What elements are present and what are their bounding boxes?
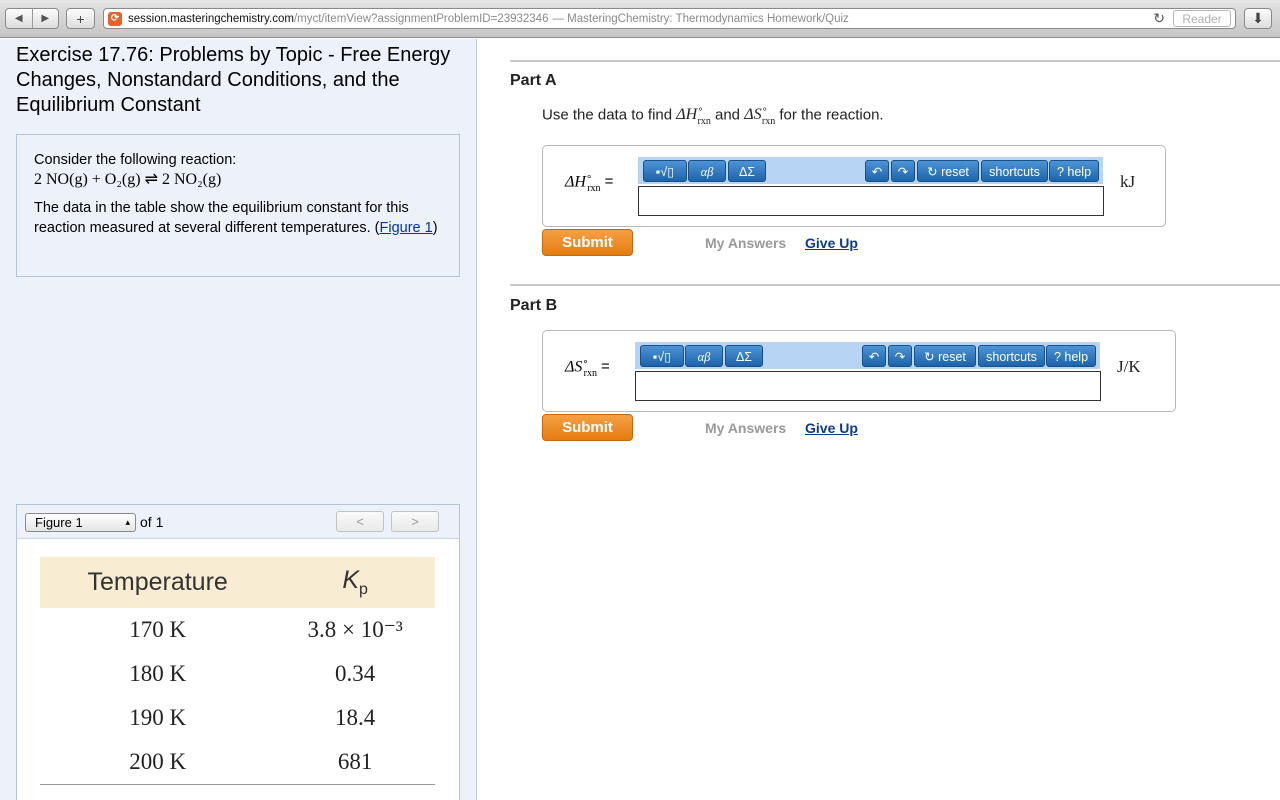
table-row: 190 K 18.4: [40, 696, 435, 740]
help-button[interactable]: ? help: [1049, 160, 1099, 182]
reset-button[interactable]: ↻ reset: [914, 345, 976, 367]
temp-cell: 170 K: [129, 617, 187, 642]
reset-icon: ↻: [924, 350, 939, 364]
part-a-give-up-link[interactable]: Give Up: [805, 235, 858, 251]
delta-s-input[interactable]: [635, 371, 1101, 401]
redo-icon[interactable]: ↷: [891, 160, 915, 182]
part-b-divider: [510, 284, 1280, 286]
math-editor-toolbar-b: ▪√▯ αβ ΔΣ ↶ ↷ ↻ reset shortcuts ? help: [635, 342, 1100, 369]
next-figure-button[interactable]: >: [391, 511, 439, 532]
part-b-give-up-link[interactable]: Give Up: [805, 420, 858, 436]
instruction-pre: Use the data to find: [542, 106, 673, 124]
delta-h-label: ΔH∘rxn =: [565, 172, 614, 194]
kp-header: Kp: [275, 557, 435, 608]
nav-buttons: ◀ ▶: [5, 8, 59, 29]
kp-cell: 0.34: [335, 661, 376, 686]
page-title: — MasteringChemistry: Thermodynamics Hom…: [552, 12, 849, 25]
reset-label: reset: [938, 350, 966, 364]
undo-icon[interactable]: ↶: [862, 345, 886, 367]
kp-cell: 681: [275, 740, 435, 785]
browser-toolbar: ◀ ▶ + ⟳ session.masteringchemistry.com /…: [0, 0, 1280, 38]
problem-pane: Exercise 17.76: Problems by Topic - Free…: [0, 39, 477, 800]
templates-button[interactable]: ▪√▯: [640, 345, 684, 367]
shortcuts-button[interactable]: shortcuts: [981, 160, 1048, 182]
redo-icon[interactable]: ↷: [888, 345, 912, 367]
help-icon: ?: [1056, 165, 1068, 179]
greek-button[interactable]: αβ: [688, 160, 726, 182]
problem-description: The data in the table show the equilibri…: [34, 200, 438, 236]
figure-link[interactable]: Figure 1: [380, 220, 433, 236]
shortcuts-button[interactable]: shortcuts: [978, 345, 1045, 367]
figure-select-value: Figure 1: [35, 515, 83, 530]
figure-header: Figure 1 ▴ of 1 < >: [17, 505, 459, 539]
reset-button[interactable]: ↻ reset: [917, 160, 979, 182]
part-b-my-answers[interactable]: My Answers: [705, 420, 786, 436]
part-b-unit: J/K: [1117, 357, 1141, 376]
part-b-submit-button[interactable]: Submit: [542, 414, 633, 441]
part-b-answer-box: ΔS∘rxn = ▪√▯ αβ ΔΣ ↶ ↷ ↻ reset shortcuts …: [542, 330, 1176, 412]
kp-cell: 18.4: [335, 705, 376, 730]
new-tab-icon[interactable]: +: [66, 8, 95, 29]
delta-s-label: ΔS∘rxn =: [565, 357, 610, 379]
part-a-instruction: Use the data to find ΔH∘rxn and ΔS∘rxn f…: [542, 105, 884, 127]
prev-figure-button[interactable]: <: [336, 511, 384, 532]
download-icon[interactable]: ⬇: [1244, 8, 1272, 29]
figure-panel: Figure 1 ▴ of 1 < > Temperature Kp 170 K…: [16, 504, 460, 800]
url-path: /myct/itemView?assignmentProblemID=23932…: [293, 12, 549, 25]
part-a-unit: kJ: [1120, 172, 1136, 191]
figure-count: of 1: [140, 514, 164, 530]
reaction-equation: 2 NO(g) + O₂(g) ⇌ 2 NO₂(g): [34, 171, 222, 188]
reset-icon: ↻: [927, 165, 942, 179]
temp-cell: 180 K: [129, 661, 187, 686]
table-row: 200 K 681: [40, 740, 435, 785]
symbols-button[interactable]: ΔΣ: [728, 160, 766, 182]
exercise-title: Exercise 17.76: Problems by Topic - Free…: [16, 44, 451, 116]
temp-cell: 200 K: [40, 740, 276, 785]
help-button[interactable]: ? help: [1046, 345, 1096, 367]
help-label: help: [1064, 350, 1089, 364]
site-favicon-icon: ⟳: [108, 11, 122, 26]
undo-icon[interactable]: ↶: [865, 160, 889, 182]
symbols-button[interactable]: ΔΣ: [725, 345, 763, 367]
greek-button[interactable]: αβ: [685, 345, 723, 367]
delta-h-symbol: ΔH∘rxn: [676, 105, 711, 127]
math-editor-toolbar: ▪√▯ αβ ΔΣ ↶ ↷ ↻ reset shortcuts ? help: [638, 157, 1103, 184]
part-a-divider: [510, 60, 1280, 62]
description-text: The data in the table show the equilibri…: [34, 200, 409, 236]
answer-pane: Part A Use the data to find ΔH∘rxn and Δ…: [478, 39, 1280, 800]
kp-table: Temperature Kp 170 K 3.8 × 10⁻³ 180 K 0.…: [40, 557, 435, 785]
reload-icon[interactable]: ↻: [1153, 10, 1165, 27]
temperature-header: Temperature: [40, 557, 276, 608]
part-a-answer-box: ΔH∘rxn = ▪√▯ αβ ΔΣ ↶ ↷ ↻ reset shortcuts …: [542, 145, 1166, 227]
templates-button[interactable]: ▪√▯: [643, 160, 687, 182]
instruction-and: and: [715, 106, 741, 124]
table-row: 170 K 3.8 × 10⁻³: [40, 608, 435, 652]
delta-h-input[interactable]: [638, 186, 1104, 216]
forward-icon[interactable]: ▶: [31, 9, 59, 28]
problem-intro: Consider the following reaction:: [34, 152, 237, 168]
kp-cell: 3.8 × 10⁻³: [307, 617, 403, 642]
delta-s-symbol: ΔS∘rxn: [744, 105, 776, 127]
problem-statement: Consider the following reaction: 2 NO(g)…: [16, 134, 460, 277]
temp-cell: 190 K: [129, 705, 187, 730]
part-b-label: Part B: [510, 297, 558, 314]
part-a-label: Part A: [510, 72, 557, 89]
instruction-post: for the reaction.: [779, 106, 884, 124]
url-host: session.masteringchemistry.com: [128, 12, 294, 25]
part-a-my-answers[interactable]: My Answers: [705, 235, 786, 251]
table-row: 180 K 0.34: [40, 652, 435, 696]
select-arrows-icon: ▴: [125, 517, 130, 527]
part-a-submit-button[interactable]: Submit: [542, 229, 633, 256]
back-icon[interactable]: ◀: [6, 9, 32, 28]
help-icon: ?: [1053, 350, 1065, 364]
help-label: help: [1067, 165, 1092, 179]
address-bar[interactable]: ⟳ session.masteringchemistry.com /myct/i…: [103, 8, 1236, 29]
table-header-row: Temperature Kp: [40, 557, 435, 608]
reset-label: reset: [941, 165, 969, 179]
reader-button[interactable]: Reader: [1173, 10, 1231, 27]
figure-select[interactable]: Figure 1 ▴: [25, 513, 136, 532]
